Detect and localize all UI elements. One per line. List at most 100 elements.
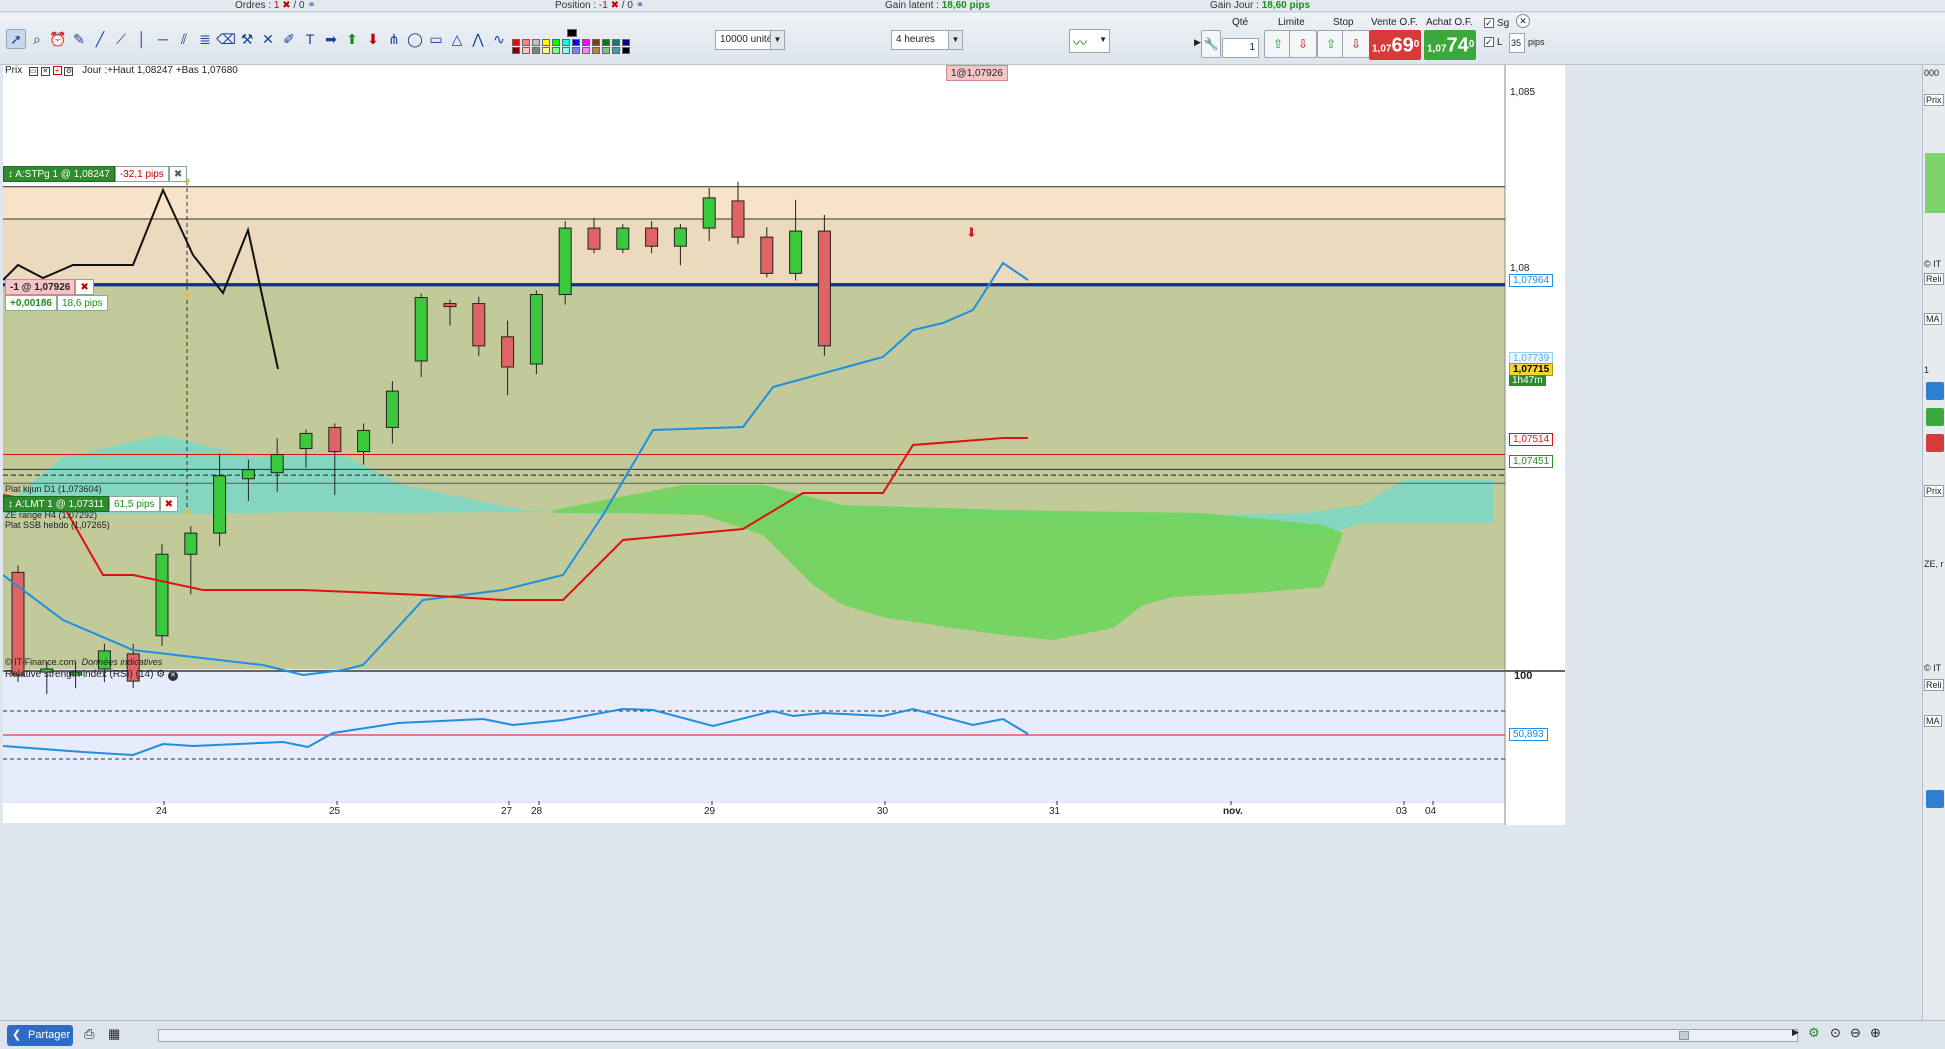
share-button[interactable]: ❮ Partager [7,1025,73,1046]
zoom-reset-icon[interactable]: ⊙ [1830,1025,1841,1041]
share-panel-icon[interactable] [1926,382,1944,400]
buy-panel-icon[interactable] [1926,408,1944,426]
link-icon[interactable]: ⚭ [307,0,315,11]
color-swatch[interactable] [552,39,560,46]
stop-order-tag[interactable]: ↕ A:STPg 1 @ 1,08247 -32,1 pips ✖ [3,166,188,182]
text-icon[interactable]: T [300,29,320,49]
close-icon[interactable]: ✖ [282,0,290,11]
zoom-out-icon[interactable]: ⊖ [1850,1025,1861,1041]
zoom-icon[interactable]: ⌕ [27,29,47,49]
wave-icon[interactable]: ∿ [489,29,509,49]
channel-icon[interactable]: ⫽ [174,29,194,49]
color-swatch[interactable] [532,47,540,54]
indicator-button[interactable]: 〰 ▼ [1069,29,1110,53]
sell-panel-icon[interactable] [1926,434,1944,452]
vertical-line-icon[interactable]: │ [132,29,152,49]
color-swatch[interactable] [562,47,570,54]
settings-icon[interactable]: ⚙ [64,67,74,76]
close-icon[interactable]: ✕ [40,67,50,76]
scroll-right-icon[interactable]: ▶ [1792,1027,1799,1038]
chevron-down-icon[interactable]: ▼ [770,31,784,49]
grid-icon[interactable]: ▦ [108,1026,120,1042]
alarm-icon[interactable]: ⏰ [48,29,68,49]
color-swatch[interactable] [542,39,550,46]
sell-limit-button[interactable]: ⇩ [1289,30,1317,58]
horizontal-line-icon[interactable]: ─ [153,29,173,49]
color-swatch[interactable] [572,47,580,54]
pitchfork-icon[interactable]: ⋔ [384,29,404,49]
close-icon[interactable]: ✕ [1516,14,1530,28]
close-position-icon[interactable]: ✖ [75,279,94,295]
panel-tab[interactable]: Prix [1924,94,1944,106]
pips-input[interactable]: 35 [1509,33,1525,53]
color-swatch[interactable] [612,39,620,46]
close-icon[interactable]: ✖ [168,166,188,182]
ruler-icon[interactable]: ✎ [69,29,89,49]
close-icon[interactable]: ✖ [611,0,619,11]
color-swatch[interactable] [572,39,580,46]
horizontal-scrollbar[interactable] [158,1029,1798,1042]
orders-summary[interactable]: Ordres : 1 ✖ / 0 ⚭ [235,0,316,11]
color-swatch[interactable] [592,47,600,54]
add-icon[interactable]: + [52,66,62,75]
buy-stop-button[interactable]: ⇧ [1317,30,1345,58]
color-swatch[interactable] [522,39,530,46]
panel-tab[interactable]: Reli [1924,273,1944,285]
link-icon[interactable]: ⚭ [636,0,644,11]
color-swatch[interactable] [542,47,550,54]
buy-limit-button[interactable]: ⇧ [1264,30,1292,58]
line-icon[interactable]: ⟋ [111,29,131,49]
qty-input[interactable]: 1 [1222,38,1259,58]
color-swatch[interactable] [622,47,630,54]
position-order-tag[interactable]: -1 @ 1,07926 ✖ [5,279,94,295]
arrow-down-icon[interactable]: ⬇ [363,29,383,49]
color-palette[interactable] [512,27,636,55]
panel-tab[interactable]: MA [1924,313,1942,325]
close-icon[interactable]: ✕ [167,671,178,681]
magnet-icon[interactable]: ⚒ [237,29,257,49]
panel-tab[interactable]: MA [1924,715,1942,727]
color-swatch[interactable] [532,39,540,46]
print-icon[interactable]: ⎙ [84,1026,94,1042]
chevron-down-icon[interactable]: ▼ [1099,35,1107,44]
quantity-units-select[interactable]: 10000 unités ▼ [715,30,785,50]
cross-icon[interactable]: ✕ [258,29,278,49]
selected-color-swatch[interactable] [567,29,577,37]
sg-checkbox[interactable]: ✓ [1484,18,1494,28]
right-side-panel[interactable]: 000 Prix © IT Reli MA 1 Prix ZE, r © IT … [1922,65,1945,1020]
color-swatch[interactable] [552,47,560,54]
buy-button[interactable]: 1,07740 [1424,30,1476,60]
color-swatch[interactable] [522,47,530,54]
color-swatch[interactable] [622,39,630,46]
price-chart-svg[interactable]: ⬇ [3,65,1869,995]
color-swatch[interactable] [562,39,570,46]
sell-stop-button[interactable]: ⇩ [1342,30,1370,58]
color-swatch[interactable] [512,47,520,54]
zigzag-icon[interactable]: ⋀ [468,29,488,49]
order-panel-toggle-icon[interactable]: ▶ [1194,37,1201,48]
l-checkbox[interactable]: ✓ [1484,37,1494,47]
fibonacci-icon[interactable]: ≣ [195,29,215,49]
share-panel-icon[interactable] [1926,790,1944,808]
panel-tab[interactable]: Reli [1924,679,1944,691]
position-summary[interactable]: Position : -1 ✖ / 0 ⚭ [555,0,644,11]
color-swatch[interactable] [582,47,590,54]
rectangle-icon[interactable]: ▭ [426,29,446,49]
cursor-icon[interactable]: ➚ [6,29,26,49]
close-icon[interactable]: ✖ [159,496,178,512]
trendline-icon[interactable]: ╱ [90,29,110,49]
timeframe-select[interactable]: 4 heures ▼ [891,30,963,50]
arrow-right-icon[interactable]: ➡ [321,29,341,49]
zoom-in-icon[interactable]: ⊕ [1870,1025,1881,1041]
color-swatch[interactable] [602,47,610,54]
chart-settings-icon[interactable]: ⚙ [1808,1025,1820,1041]
chart-area[interactable]: ⬇ Prix ▭ ✕ + ⚙ Jour :+Haut 1,08247 +Bas … [3,65,1869,995]
sell-button[interactable]: 1,07690 [1369,30,1421,60]
settings-icon[interactable]: ⚙ [156,669,165,680]
scrollbar-thumb[interactable] [1679,1031,1689,1040]
arrow-up-icon[interactable]: ⬆ [342,29,362,49]
wrench-icon[interactable]: 🔧 [1201,30,1221,58]
color-swatch[interactable] [592,39,600,46]
ellipse-icon[interactable]: ◯ [405,29,425,49]
eraser-icon[interactable]: ⌫ [216,29,236,49]
